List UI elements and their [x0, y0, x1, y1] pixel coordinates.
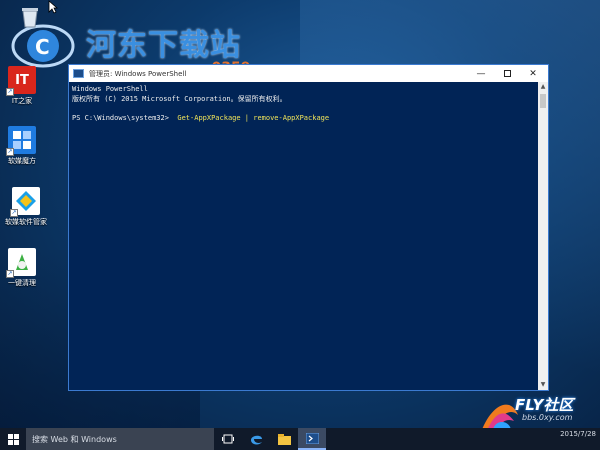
powershell-titlebar[interactable]: 管理员: Windows PowerShell — ✕: [69, 65, 548, 82]
watermark-title: 河东下载站: [86, 28, 241, 63]
console-output[interactable]: Windows PowerShell 版权所有 (C) 2015 Microso…: [69, 82, 538, 390]
task-view-icon: [222, 434, 234, 444]
shortcut-arrow-icon: ↗: [6, 270, 14, 278]
powershell-window[interactable]: 管理员: Windows PowerShell — ✕ Windows Powe…: [68, 64, 549, 391]
desktop-icon-label: 软媒软件管家: [5, 218, 47, 226]
console-line: Windows PowerShell: [72, 85, 148, 93]
one-click-clean-icon: ↗: [6, 248, 36, 278]
scroll-thumb[interactable]: [540, 94, 546, 108]
file-explorer-button[interactable]: [270, 428, 298, 450]
search-placeholder: 搜索 Web 和 Windows: [32, 434, 117, 444]
clock-date: 2015/7/28: [560, 430, 596, 438]
system-tray-clock[interactable]: 2015/7/28: [560, 430, 596, 439]
taskbar: 搜索 Web 和 Windows 2015/7/28: [0, 428, 600, 450]
console-command-line: PS C:\Windows\system32> Get-AppXPackage …: [72, 114, 535, 124]
recycle-bin-icon: [16, 2, 44, 30]
scroll-up-icon[interactable]: ▲: [538, 82, 548, 92]
svg-text:C: C: [35, 35, 50, 59]
mouse-cursor-icon: [48, 0, 58, 14]
close-icon: ✕: [529, 68, 537, 79]
desktop-icon-ruanmei-mofang[interactable]: ↗ 软媒魔方: [0, 126, 52, 166]
desktop-icon-label: 软媒魔方: [8, 157, 36, 165]
file-explorer-icon: [277, 433, 291, 445]
console-line: 版权所有 (C) 2015 Microsoft Corporation。保留所有…: [72, 94, 287, 103]
taskbar-search-box[interactable]: 搜索 Web 和 Windows: [26, 428, 214, 450]
ruanmei-mofang-icon: ↗: [6, 126, 36, 156]
desktop-icon-ruanmei-software-manager[interactable]: ↗ 软媒软件管家: [0, 187, 56, 227]
console-prompt: PS C:\Windows\system32>: [72, 113, 169, 122]
fly-community-text: FLY社区: [515, 396, 574, 414]
shortcut-arrow-icon: ↗: [10, 209, 18, 217]
desktop-icon-one-click-clean[interactable]: ↗ 一键清理: [0, 248, 52, 288]
windows-logo-icon: [7, 433, 19, 445]
vertical-scrollbar[interactable]: ▲ ▼: [538, 82, 548, 390]
task-view-button[interactable]: [214, 428, 242, 450]
desktop-icon-label: 一键清理: [8, 279, 36, 287]
maximize-button[interactable]: [494, 65, 520, 82]
ruanmei-software-manager-icon: ↗: [10, 187, 40, 217]
powershell-icon: [305, 432, 319, 444]
edge-icon: [250, 435, 262, 444]
minimize-icon: —: [476, 68, 486, 79]
fly-community-url: bbs.0xy.com: [522, 413, 573, 422]
close-button[interactable]: ✕: [520, 65, 546, 82]
powershell-app-icon: [73, 69, 84, 78]
edge-button[interactable]: [242, 428, 270, 450]
shortcut-arrow-icon: ↗: [6, 88, 14, 96]
start-button[interactable]: [0, 428, 26, 450]
maximize-icon: [503, 70, 511, 77]
ithome-icon: IT ↗: [6, 66, 36, 96]
console-command: Get-AppXPackage | remove-AppXPackage: [177, 113, 330, 122]
powershell-taskbar-button[interactable]: [298, 428, 326, 450]
desktop-icon-label: IT之家: [11, 97, 33, 105]
minimize-button[interactable]: —: [468, 65, 494, 82]
desktop-icon-ithome[interactable]: IT ↗ IT之家: [0, 66, 52, 106]
window-title: 管理员: Windows PowerShell: [89, 69, 187, 78]
shortcut-arrow-icon: ↗: [6, 148, 14, 156]
